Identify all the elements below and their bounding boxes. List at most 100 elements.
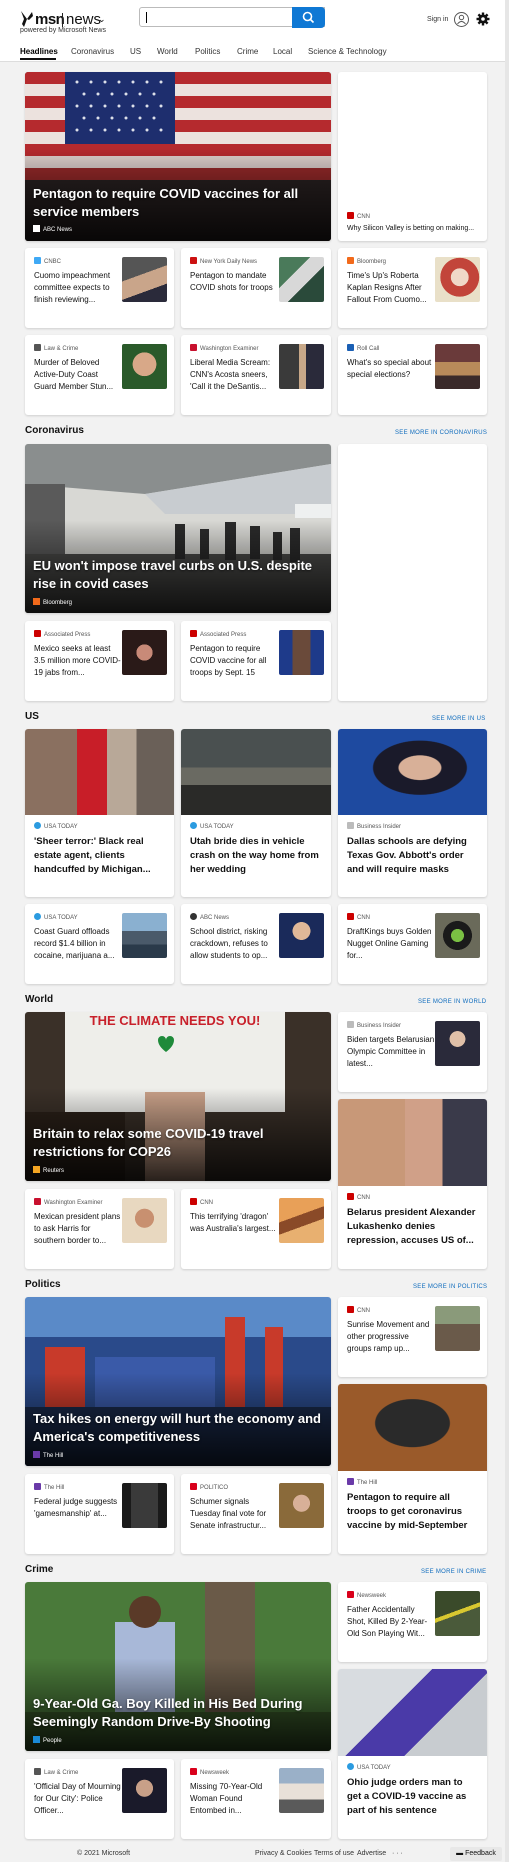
article-title[interactable]: DraftKings buys Golden Nugget Online Gam…: [347, 926, 435, 962]
chevron-down-icon[interactable]: ⌄: [98, 14, 106, 25]
more-options-icon[interactable]: · · ·: [392, 1850, 403, 1857]
article-thumbnail: [122, 630, 167, 675]
article-thumbnail: [122, 257, 167, 302]
article-card[interactable]: CNBC Cuomo impeachment committee expects…: [25, 248, 174, 328]
article-title[interactable]: Federal judge suggests 'gamesmanship' at…: [34, 1496, 122, 1520]
article-card[interactable]: USA TODAY Coast Guard offloads record $1…: [25, 904, 174, 984]
source-label: CNN: [347, 212, 370, 220]
tab-local[interactable]: Local: [273, 47, 292, 56]
source-label: Business Insider: [347, 822, 401, 830]
article-card[interactable]: Roll Call What's so special about specia…: [338, 335, 487, 415]
hero-title[interactable]: Pentagon to require COVID vaccines for a…: [33, 185, 313, 221]
article-title[interactable]: Murder of Beloved Active-Duty Coast Guar…: [34, 357, 122, 393]
terms-link[interactable]: Terms of use: [314, 1850, 354, 1857]
top-side-card[interactable]: CNN Why Silicon Valley is betting on mak…: [338, 72, 487, 241]
tab-politics[interactable]: Politics: [195, 47, 220, 56]
article-thumbnail: [435, 1021, 480, 1066]
article-card[interactable]: CNN DraftKings buys Golden Nugget Online…: [338, 904, 487, 984]
article-title[interactable]: Liberal Media Scream: CNN's Acosta sneer…: [190, 357, 278, 393]
gear-icon[interactable]: [476, 12, 490, 26]
signin-link[interactable]: Sign in: [427, 16, 448, 23]
source-label: Roll Call: [347, 344, 379, 352]
tab-coronavirus[interactable]: Coronavirus: [71, 47, 114, 56]
msn-news-page: msn news ⌄ powered by Microsoft News Sig…: [0, 0, 509, 1862]
article-title[interactable]: Pentagon to require COVID vaccine for al…: [190, 643, 278, 679]
article-card[interactable]: Newsweek Missing 70-Year-Old Woman Found…: [181, 1759, 331, 1839]
top-hero-card[interactable]: Pentagon to require COVID vaccines for a…: [25, 72, 331, 241]
article-title[interactable]: Coast Guard offloads record $1.4 billion…: [34, 926, 122, 962]
tab-us[interactable]: US: [130, 47, 141, 56]
coronavirus-hero-card[interactable]: EU won't impose travel curbs on U.S. des…: [25, 444, 331, 613]
article-title[interactable]: Missing 70-Year-Old Woman Found Entombed…: [190, 1781, 278, 1817]
article-title[interactable]: Ohio judge orders man to get a COVID-19 …: [347, 1776, 479, 1818]
article-card[interactable]: POLITICO Schumer signals Tuesday final v…: [181, 1474, 331, 1554]
hero-title[interactable]: 9-Year-Old Ga. Boy Killed in His Bed Dur…: [33, 1695, 323, 1731]
article-title[interactable]: Father Accidentally Shot, Killed By 2-Ye…: [347, 1604, 435, 1640]
article-title[interactable]: Time's Up's Roberta Kaplan Resigns After…: [347, 270, 435, 306]
article-title[interactable]: Pentagon to require all troops to get co…: [347, 1491, 479, 1533]
politics-hero-card[interactable]: Tax hikes on energy will hurt the econom…: [25, 1297, 331, 1466]
privacy-link[interactable]: Privacy & Cookies: [255, 1850, 312, 1857]
article-title[interactable]: Mexican president plans to ask Harris fo…: [34, 1211, 122, 1247]
article-card[interactable]: CNN Sunrise Movement and other progressi…: [338, 1297, 487, 1377]
article-card[interactable]: Associated Press Pentagon to require COV…: [181, 621, 331, 701]
article-card[interactable]: The Hill Pentagon to require all troops …: [338, 1384, 487, 1554]
article-card[interactable]: USA TODAY 'Sheer terror:' Black real est…: [25, 729, 174, 897]
article-title[interactable]: Belarus president Alexander Lukashenko d…: [347, 1206, 479, 1248]
article-card[interactable]: Associated Press Mexico seeks at least 3…: [25, 621, 174, 701]
article-title[interactable]: Dallas schools are defying Texas Gov. Ab…: [347, 835, 479, 877]
article-title[interactable]: What's so special about special election…: [347, 357, 435, 381]
hero-source: Reuters: [33, 1166, 64, 1174]
article-card[interactable]: Newsweek Father Accidentally Shot, Kille…: [338, 1582, 487, 1662]
article-title[interactable]: Mexico seeks at least 3.5 million more C…: [34, 643, 122, 679]
article-thumbnail: [435, 344, 480, 389]
article-card[interactable]: Business Insider Dallas schools are defy…: [338, 729, 487, 897]
article-title[interactable]: This terrifying 'dragon' was Australia's…: [190, 1211, 278, 1235]
coronavirus-side-card[interactable]: [338, 444, 487, 701]
tab-world[interactable]: World: [157, 47, 178, 56]
article-title[interactable]: Pentagon to mandate COVID shots for troo…: [190, 270, 278, 294]
hero-title[interactable]: EU won't impose travel curbs on U.S. des…: [33, 557, 323, 593]
cnn-icon: [347, 913, 354, 920]
article-card[interactable]: Law & Crime 'Official Day of Mourning fo…: [25, 1759, 174, 1839]
hero-title[interactable]: Tax hikes on energy will hurt the econom…: [33, 1410, 323, 1446]
search-button[interactable]: [292, 7, 325, 28]
see-more-world-link[interactable]: SEE MORE IN WORLD: [418, 999, 486, 1005]
article-card[interactable]: New York Daily News Pentagon to mandate …: [181, 248, 331, 328]
article-card[interactable]: The Hill Federal judge suggests 'gamesma…: [25, 1474, 174, 1554]
article-card[interactable]: Law & Crime Murder of Beloved Active-Dut…: [25, 335, 174, 415]
article-title[interactable]: Biden targets Belarusian Olympic Committ…: [347, 1034, 435, 1070]
article-card[interactable]: USA TODAY Ohio judge orders man to get a…: [338, 1669, 487, 1839]
article-title[interactable]: School district, risking crackdown, refu…: [190, 926, 278, 962]
article-title[interactable]: 'Sheer terror:' Black real estate agent,…: [34, 835, 166, 877]
article-card[interactable]: Washington Examiner Mexican president pl…: [25, 1189, 174, 1269]
see-more-politics-link[interactable]: SEE MORE IN POLITICS: [413, 1284, 487, 1290]
article-title[interactable]: 'Official Day of Mourning for Our City':…: [34, 1781, 122, 1817]
see-more-coronavirus-link[interactable]: SEE MORE IN CORONAVIRUS: [395, 430, 487, 436]
avatar-icon[interactable]: [454, 12, 469, 27]
tab-science-technology[interactable]: Science & Technology: [308, 47, 387, 56]
hero-title[interactable]: Britain to relax some COVID-19 travel re…: [33, 1125, 303, 1161]
article-card[interactable]: USA TODAY Utah bride dies in vehicle cra…: [181, 729, 331, 897]
see-more-crime-link[interactable]: SEE MORE IN CRIME: [421, 1569, 486, 1575]
article-title[interactable]: Sunrise Movement and other progressive g…: [347, 1319, 435, 1355]
see-more-us-link[interactable]: SEE MORE IN US: [432, 716, 486, 722]
world-hero-card[interactable]: THE CLIMATE NEEDS YOU! Britain to relax …: [25, 1012, 331, 1181]
feedback-button[interactable]: ▬ Feedback: [450, 1847, 502, 1861]
article-card[interactable]: CNN Belarus president Alexander Lukashen…: [338, 1099, 487, 1269]
article-card[interactable]: Business Insider Biden targets Belarusia…: [338, 1012, 487, 1092]
article-image: [338, 1099, 487, 1186]
tab-crime[interactable]: Crime: [237, 47, 258, 56]
article-title[interactable]: Schumer signals Tuesday final vote for S…: [190, 1496, 278, 1532]
article-card[interactable]: Bloomberg Time's Up's Roberta Kaplan Res…: [338, 248, 487, 328]
article-card[interactable]: Washington Examiner Liberal Media Scream…: [181, 335, 331, 415]
article-title[interactable]: Cuomo impeachment committee expects to f…: [34, 270, 122, 306]
scrollbar[interactable]: [505, 0, 509, 1862]
tab-headlines[interactable]: Headlines: [20, 47, 58, 56]
article-title[interactable]: Utah bride dies in vehicle crash on the …: [190, 835, 322, 877]
article-title[interactable]: Why Silicon Valley is betting on making.…: [347, 223, 482, 235]
crime-hero-card[interactable]: 9-Year-Old Ga. Boy Killed in His Bed Dur…: [25, 1582, 331, 1751]
advertise-link[interactable]: Advertise: [357, 1850, 386, 1857]
article-card[interactable]: CNN This terrifying 'dragon' was Austral…: [181, 1189, 331, 1269]
article-card[interactable]: ABC News School district, risking crackd…: [181, 904, 331, 984]
